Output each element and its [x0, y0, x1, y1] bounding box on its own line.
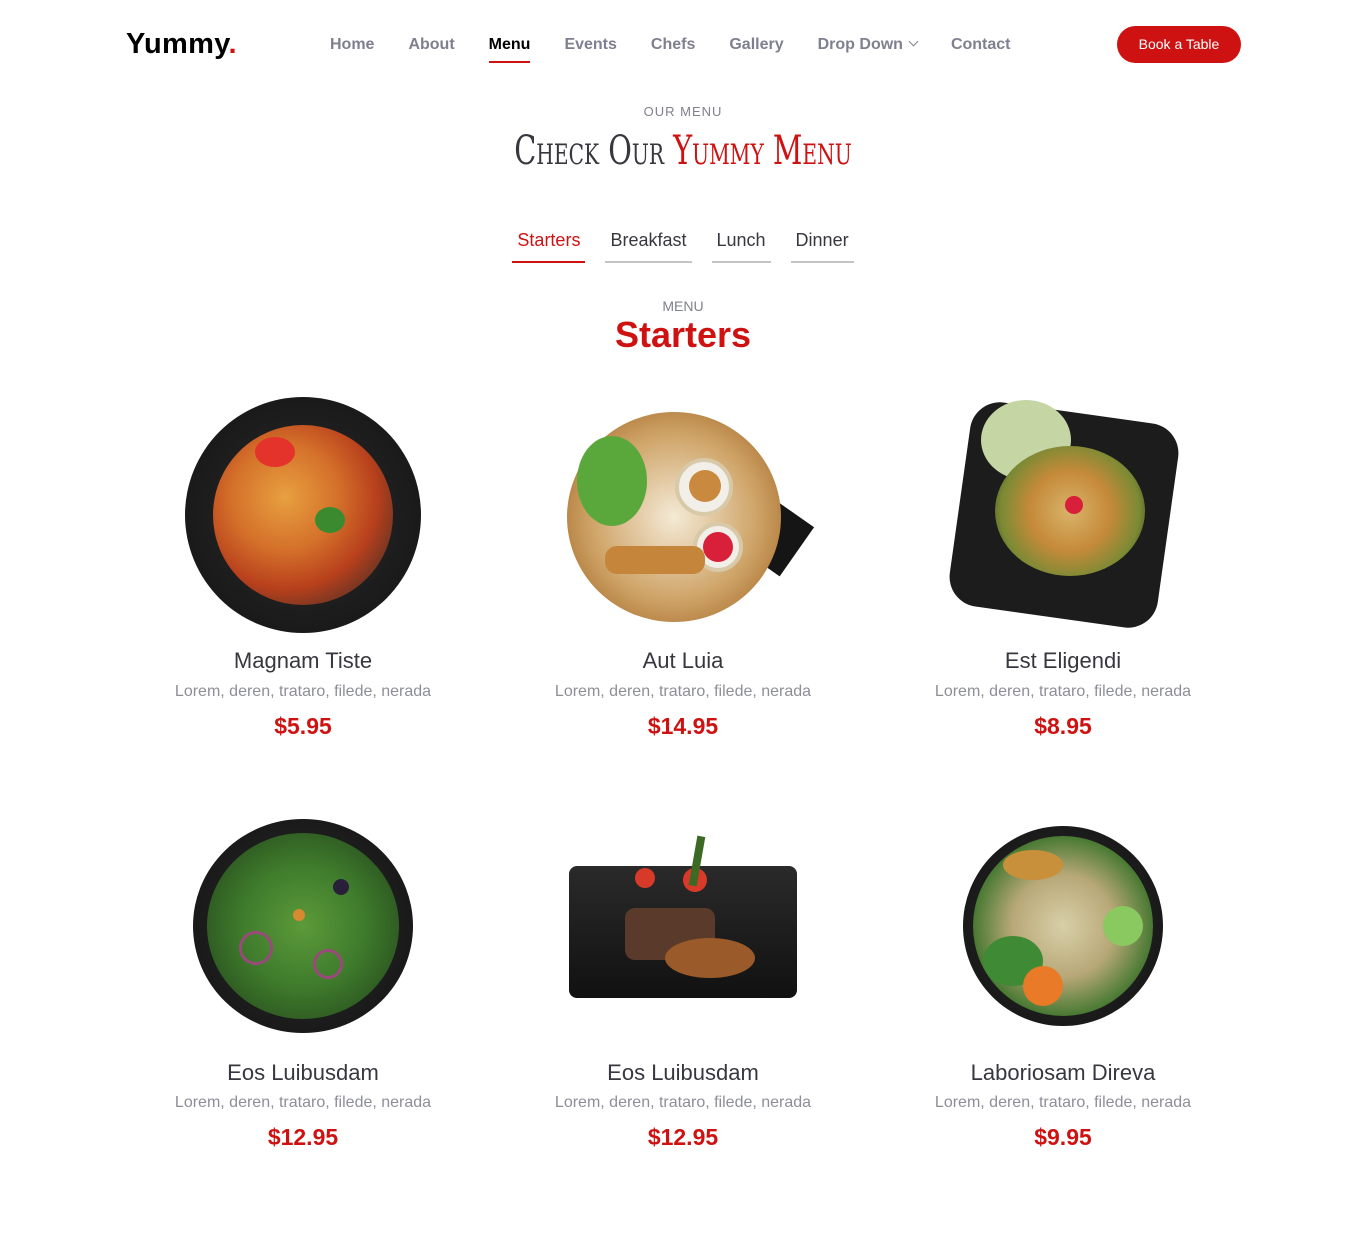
nav-chefs[interactable]: Chefs [634, 26, 712, 66]
item-ingredients: Lorem, deren, trataro, filede, nerada [934, 683, 1192, 700]
dish-image[interactable] [185, 397, 421, 633]
item-ingredients: Lorem, deren, trataro, filede, nerada [554, 683, 812, 700]
main-nav: Home About Menu Events Chefs Gallery Dro… [313, 26, 1028, 66]
item-price: $14.95 [647, 713, 719, 739]
item-name[interactable]: Laboriosam Direva [873, 1060, 1253, 1086]
site-logo[interactable]: Yummy. [126, 28, 237, 61]
nav-contact[interactable]: Contact [934, 26, 1028, 66]
dish-image[interactable] [565, 396, 815, 632]
item-name[interactable]: Eos Luibusdam [113, 1060, 493, 1086]
item-price: $12.95 [647, 1124, 719, 1150]
item-ingredients: Lorem, deren, trataro, filede, nerada [174, 683, 432, 700]
menu-item: Aut Luia Lorem, deren, trataro, filede, … [493, 396, 873, 746]
nav-dropdown[interactable]: Drop Down [801, 26, 934, 66]
tab-lunch[interactable]: Lunch [711, 226, 771, 263]
tab-breakfast[interactable]: Breakfast [605, 226, 692, 263]
menu-tabs: Starters Breakfast Lunch Dinner [0, 226, 1366, 263]
item-name[interactable]: Aut Luia [493, 648, 873, 674]
item-name[interactable]: Est Eligendi [873, 648, 1253, 674]
item-price: $9.95 [1034, 1124, 1092, 1150]
dish-image[interactable] [565, 818, 801, 1032]
dish-image[interactable] [945, 396, 1183, 632]
item-price: $12.95 [267, 1124, 339, 1150]
nav-home[interactable]: Home [313, 26, 391, 66]
book-table-button[interactable]: Book a Table [1117, 26, 1241, 63]
item-ingredients: Lorem, deren, trataro, filede, nerada [934, 1094, 1192, 1111]
section-title: Check Our Yummy Menu [191, 128, 1175, 174]
item-name[interactable]: Eos Luibusdam [493, 1060, 873, 1086]
section-title-accent: Yummy Menu [673, 128, 852, 174]
menu-item: Eos Luibusdam Lorem, deren, trataro, fil… [113, 818, 493, 1158]
chevron-down-icon [908, 36, 919, 47]
menu-item: Laboriosam Direva Lorem, deren, trataro,… [873, 818, 1253, 1158]
tab-starters[interactable]: Starters [512, 226, 586, 263]
nav-menu[interactable]: Menu [472, 26, 548, 66]
dish-image[interactable] [963, 826, 1163, 1026]
nav-events[interactable]: Events [547, 26, 633, 66]
section-title-plain: Check Our [514, 128, 674, 174]
item-ingredients: Lorem, deren, trataro, filede, nerada [174, 1094, 432, 1111]
dish-image[interactable] [193, 819, 413, 1033]
section-subtitle: OUR MENU [643, 104, 723, 119]
nav-dropdown-label: Drop Down [817, 36, 903, 53]
item-price: $5.95 [274, 713, 332, 739]
site-header: Yummy. Home About Menu Events Chefs Gall… [0, 0, 1366, 90]
item-name[interactable]: Magnam Tiste [113, 648, 493, 674]
menu-item: Est Eligendi Lorem, deren, trataro, file… [873, 396, 1253, 746]
item-ingredients: Lorem, deren, trataro, filede, nerada [554, 1094, 812, 1111]
menu-item: Magnam Tiste Lorem, deren, trataro, file… [113, 396, 493, 746]
nav-gallery[interactable]: Gallery [712, 26, 800, 66]
tab-dinner[interactable]: Dinner [790, 226, 854, 263]
menu-subtitle: MENU [662, 298, 704, 314]
logo-text: Yummy [126, 28, 229, 60]
menu-title: Starters [614, 314, 752, 355]
logo-dot: . [228, 28, 237, 60]
menu-item: Eos Luibusdam Lorem, deren, trataro, fil… [493, 818, 873, 1158]
nav-about[interactable]: About [391, 26, 471, 66]
item-price: $8.95 [1034, 713, 1092, 739]
